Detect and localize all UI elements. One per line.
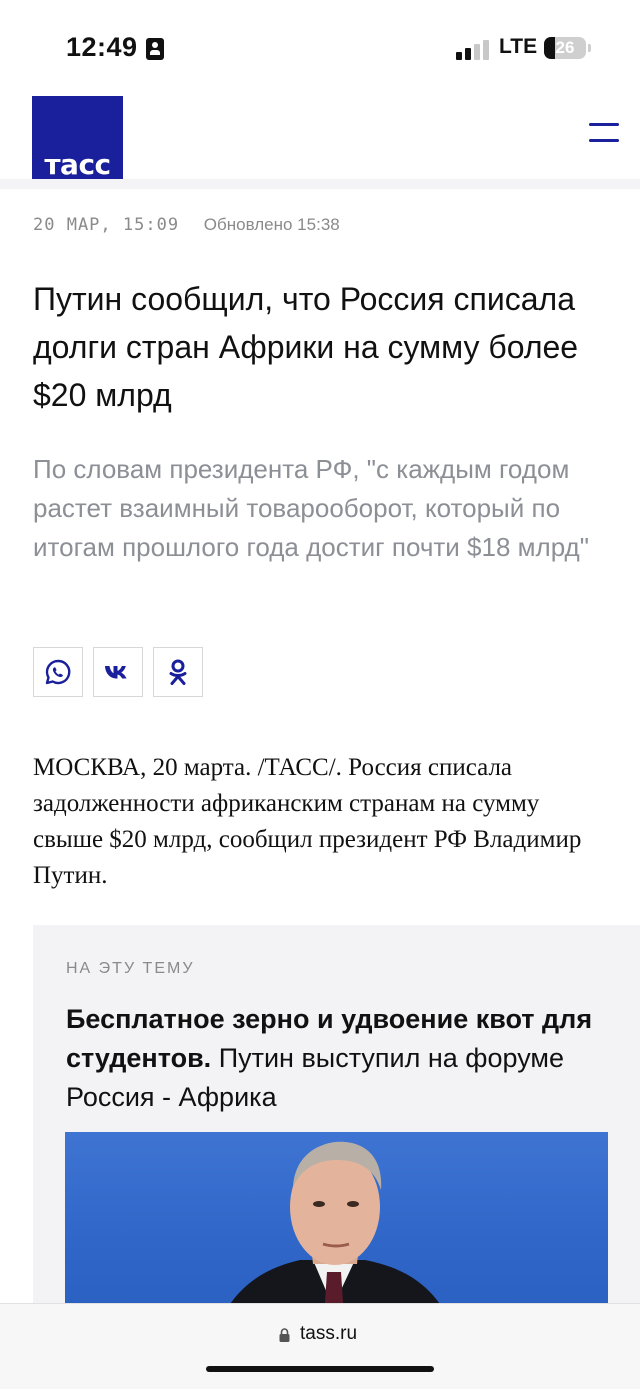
article-lead: По словам президента РФ, "с каждым годом…	[33, 454, 589, 562]
site-header: тасс	[0, 96, 640, 187]
odnoklassniki-icon	[169, 659, 187, 685]
network-type: LTE	[499, 35, 538, 58]
related-photo[interactable]	[65, 1132, 608, 1332]
related-block[interactable]: НА ЭТУ ТЕМУ Бесплатное зерно и удвоение …	[33, 925, 640, 1332]
related-title[interactable]: Бесплатное зерно и удвоение квот для сту…	[66, 1000, 606, 1117]
related-label: НА ЭТУ ТЕМУ	[66, 960, 195, 977]
id-card-icon	[146, 38, 164, 60]
article-updated: Обновлено 15:38	[203, 215, 340, 234]
home-indicator[interactable]	[206, 1366, 434, 1372]
share-odnoklassniki-button[interactable]	[153, 647, 203, 697]
whatsapp-icon	[45, 659, 71, 685]
share-vk-button[interactable]	[93, 647, 143, 697]
article-headline: Путин сообщил, что Россия списала долги …	[33, 281, 579, 413]
status-time: 12:49	[66, 32, 138, 62]
signal-icon	[456, 38, 490, 60]
article-date: 20 МАР, 15:09	[33, 215, 180, 235]
menu-icon[interactable]	[589, 123, 619, 145]
lock-icon	[279, 1328, 290, 1342]
battery-icon: 26	[544, 37, 586, 59]
share-whatsapp-button[interactable]	[33, 647, 83, 697]
logo-text: тасс	[44, 148, 111, 181]
header-divider	[0, 179, 640, 189]
battery-level: 26	[555, 38, 575, 57]
portrait-illustration	[215, 1141, 455, 1332]
status-bar: 12:49 LTE 26	[0, 0, 640, 96]
article-meta: 20 МАР, 15:09 Обновлено 15:38	[33, 215, 340, 235]
article-body: МОСКВА, 20 марта. /ТАСС/. Россия списала…	[33, 754, 582, 889]
address-url[interactable]: tass.ru	[300, 1323, 357, 1345]
vk-icon	[105, 666, 127, 679]
battery-tip	[588, 44, 591, 52]
browser-address-bar[interactable]	[0, 1303, 640, 1389]
tass-logo[interactable]: тасс	[32, 96, 123, 187]
